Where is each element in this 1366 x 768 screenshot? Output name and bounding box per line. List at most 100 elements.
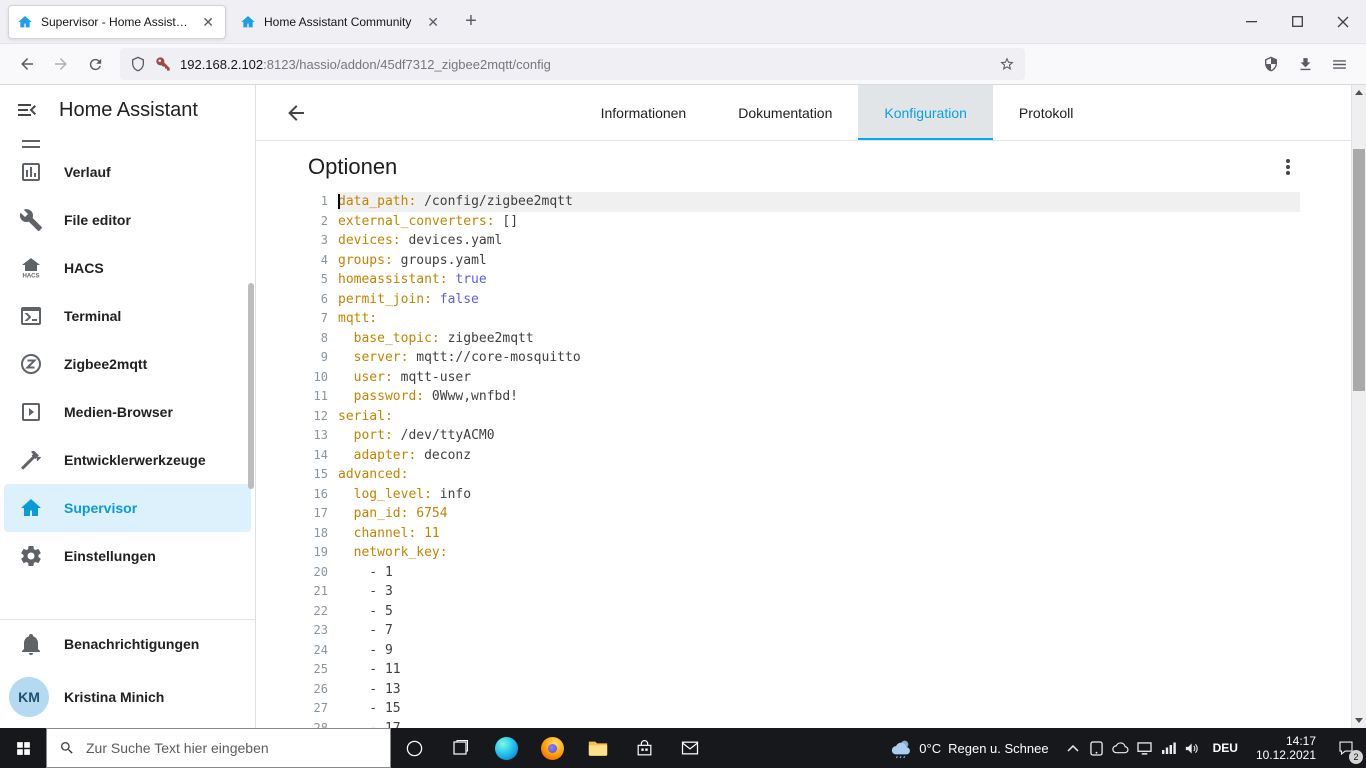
language-indicator[interactable]: DEU bbox=[1205, 741, 1246, 755]
downloads-icon[interactable] bbox=[1288, 48, 1322, 80]
code-line[interactable]: 20 - 1 bbox=[308, 563, 1300, 583]
zigbee-icon bbox=[19, 352, 43, 376]
page-scrollbar-thumb[interactable] bbox=[1353, 149, 1365, 391]
onedrive-cloud-icon[interactable] bbox=[1109, 728, 1133, 768]
code-line[interactable]: 27 - 15 bbox=[308, 699, 1300, 719]
new-tab-button[interactable]: + bbox=[456, 7, 486, 37]
tab-title: Home Assistant Community bbox=[264, 14, 412, 29]
menu-hamburger-icon[interactable] bbox=[1322, 48, 1356, 80]
code-line[interactable]: 4 groups: groups.yaml bbox=[308, 251, 1300, 271]
page-scrollbar[interactable] bbox=[1351, 85, 1366, 728]
task-view-button[interactable] bbox=[437, 728, 483, 768]
scroll-down-arrow-icon[interactable] bbox=[1352, 713, 1366, 728]
sidebar-item-benachrichtigungen[interactable]: Benachrichtigungen bbox=[4, 620, 251, 668]
taskbar-clock[interactable]: 14:17 10.12.2021 bbox=[1246, 734, 1326, 762]
sidebar-item-verlauf[interactable]: Verlauf bbox=[4, 148, 251, 196]
forward-button[interactable] bbox=[44, 48, 78, 80]
code-line[interactable]: 17 pan_id: 6754 bbox=[308, 504, 1300, 524]
mail-button[interactable] bbox=[667, 728, 713, 768]
code-line[interactable]: 18 channel: 11 bbox=[308, 524, 1300, 544]
line-number: 18 bbox=[313, 525, 328, 540]
line-number: 15 bbox=[313, 467, 328, 481]
code-line[interactable]: 6 permit_join: false bbox=[308, 290, 1300, 310]
privacy-shield-icon[interactable] bbox=[1254, 48, 1288, 80]
start-button[interactable] bbox=[0, 728, 46, 768]
sidebar-item-zigbee2mqtt[interactable]: Zigbee2mqtt bbox=[4, 340, 251, 388]
code-line[interactable]: 22 - 5 bbox=[308, 602, 1300, 622]
key-icon[interactable] bbox=[155, 56, 171, 72]
code-line[interactable]: 5 homeassistant: true bbox=[308, 270, 1300, 290]
close-window-button[interactable] bbox=[1320, 0, 1366, 43]
tray-expand-chevron-icon[interactable] bbox=[1061, 728, 1085, 768]
reload-button[interactable] bbox=[78, 48, 112, 80]
code-editor[interactable]: 1 data_path: /config/zigbee2mqtt 2 external… bbox=[308, 192, 1300, 728]
tab-close-icon[interactable]: ✕ bbox=[424, 15, 442, 29]
sidebar-item-terminal[interactable]: Terminal bbox=[4, 292, 251, 340]
back-button[interactable] bbox=[10, 48, 44, 80]
volume-icon[interactable] bbox=[1181, 728, 1205, 768]
url-text[interactable]: 192.168.2.102:8123/hassio/addon/45df7312… bbox=[180, 57, 990, 72]
browser-tab-community[interactable]: Home Assistant Community ✕ bbox=[232, 5, 450, 39]
cortana-button[interactable] bbox=[391, 728, 437, 768]
sidebar-item-label: File editor bbox=[64, 212, 131, 228]
sidebar-toggle-icon[interactable] bbox=[15, 98, 39, 122]
sidebar-item-medien-browser[interactable]: Medien-Browser bbox=[4, 388, 251, 436]
action-center-button[interactable]: 2 bbox=[1326, 728, 1366, 768]
edge-button[interactable] bbox=[483, 728, 529, 768]
sidebar-item-partial[interactable] bbox=[0, 135, 255, 148]
sidebar-item-hacs[interactable]: HACS HACS bbox=[4, 244, 251, 292]
tab-protokoll[interactable]: Protokoll bbox=[993, 85, 1099, 140]
network-icon[interactable] bbox=[1133, 728, 1157, 768]
line-number: 28 bbox=[313, 720, 328, 729]
sidebar-bottom: Benachrichtigungen KM Kristina Minich bbox=[0, 619, 255, 728]
code-line[interactable]: 28 - 17 bbox=[308, 719, 1300, 729]
tab-informationen[interactable]: Informationen bbox=[575, 85, 713, 140]
code-line[interactable]: 21 - 3 bbox=[308, 582, 1300, 602]
signal-icon[interactable] bbox=[1157, 728, 1181, 768]
sidebar: Home Assistant Verlauf File editor HACS … bbox=[0, 85, 256, 728]
sidebar-item-einstellungen[interactable]: Einstellungen bbox=[4, 532, 251, 580]
tab-konfiguration[interactable]: Konfiguration bbox=[858, 85, 993, 140]
code-line[interactable]: 25 - 11 bbox=[308, 660, 1300, 680]
shield-icon[interactable] bbox=[130, 56, 146, 72]
code-line[interactable]: 12 serial: bbox=[308, 407, 1300, 427]
file-explorer-button[interactable] bbox=[575, 728, 621, 768]
sidebar-item-entwicklerwerkzeuge[interactable]: Entwicklerwerkzeuge bbox=[4, 436, 251, 484]
code-line[interactable]: 15 advanced: bbox=[308, 465, 1300, 485]
sidebar-item-file-editor[interactable]: File editor bbox=[4, 196, 251, 244]
bookmark-star-icon[interactable] bbox=[999, 56, 1015, 72]
code-line[interactable]: 13 port: /dev/ttyACM0 bbox=[308, 426, 1300, 446]
code-line[interactable]: 8 base_topic: zigbee2mqtt bbox=[308, 329, 1300, 349]
taskbar-weather[interactable]: 0°C Regen u. Schnee bbox=[878, 737, 1060, 759]
code-line[interactable]: 24 - 9 bbox=[308, 641, 1300, 661]
code-line[interactable]: 7 mqtt: bbox=[308, 309, 1300, 329]
code-line[interactable]: 2 external_converters: [] bbox=[308, 212, 1300, 232]
microsoft-store-button[interactable] bbox=[621, 728, 667, 768]
back-arrow-icon[interactable] bbox=[284, 101, 308, 125]
sidebar-item-supervisor[interactable]: Supervisor bbox=[4, 484, 251, 532]
code-line[interactable]: 9 server: mqtt://core-mosquitto bbox=[308, 348, 1300, 368]
code-line[interactable]: 10 user: mqtt-user bbox=[308, 368, 1300, 388]
minimize-button[interactable] bbox=[1228, 0, 1274, 43]
phone-link-icon[interactable] bbox=[1085, 728, 1109, 768]
code-line[interactable]: 16 log_level: info bbox=[308, 485, 1300, 505]
code-line[interactable]: 23 - 7 bbox=[308, 621, 1300, 641]
code-line[interactable]: 3 devices: devices.yaml bbox=[308, 231, 1300, 251]
code-line[interactable]: 26 - 13 bbox=[308, 680, 1300, 700]
code-line[interactable]: 11 password: 0Www,wnfbd! bbox=[308, 387, 1300, 407]
maximize-button[interactable] bbox=[1274, 0, 1320, 43]
tab-close-icon[interactable]: ✕ bbox=[199, 15, 217, 29]
code-line[interactable]: 1 data_path: /config/zigbee2mqtt bbox=[308, 192, 1300, 212]
line-number: 5 bbox=[320, 272, 328, 286]
more-vert-icon[interactable] bbox=[1276, 155, 1300, 179]
sidebar-scrollbar-thumb[interactable] bbox=[248, 283, 254, 489]
tab-dokumentation[interactable]: Dokumentation bbox=[712, 85, 858, 140]
scroll-up-arrow-icon[interactable] bbox=[1352, 85, 1366, 100]
code-line[interactable]: 14 adapter: deconz bbox=[308, 446, 1300, 466]
firefox-button[interactable] bbox=[529, 728, 575, 768]
taskbar-search[interactable]: Zur Suche Text hier eingeben bbox=[46, 728, 391, 768]
sidebar-user[interactable]: KM Kristina Minich bbox=[0, 668, 255, 726]
url-bar[interactable]: 192.168.2.102:8123/hassio/addon/45df7312… bbox=[120, 48, 1025, 80]
code-line[interactable]: 19 network_key: bbox=[308, 543, 1300, 563]
browser-tab-supervisor[interactable]: Supervisor - Home Assistant ✕ bbox=[8, 4, 226, 39]
